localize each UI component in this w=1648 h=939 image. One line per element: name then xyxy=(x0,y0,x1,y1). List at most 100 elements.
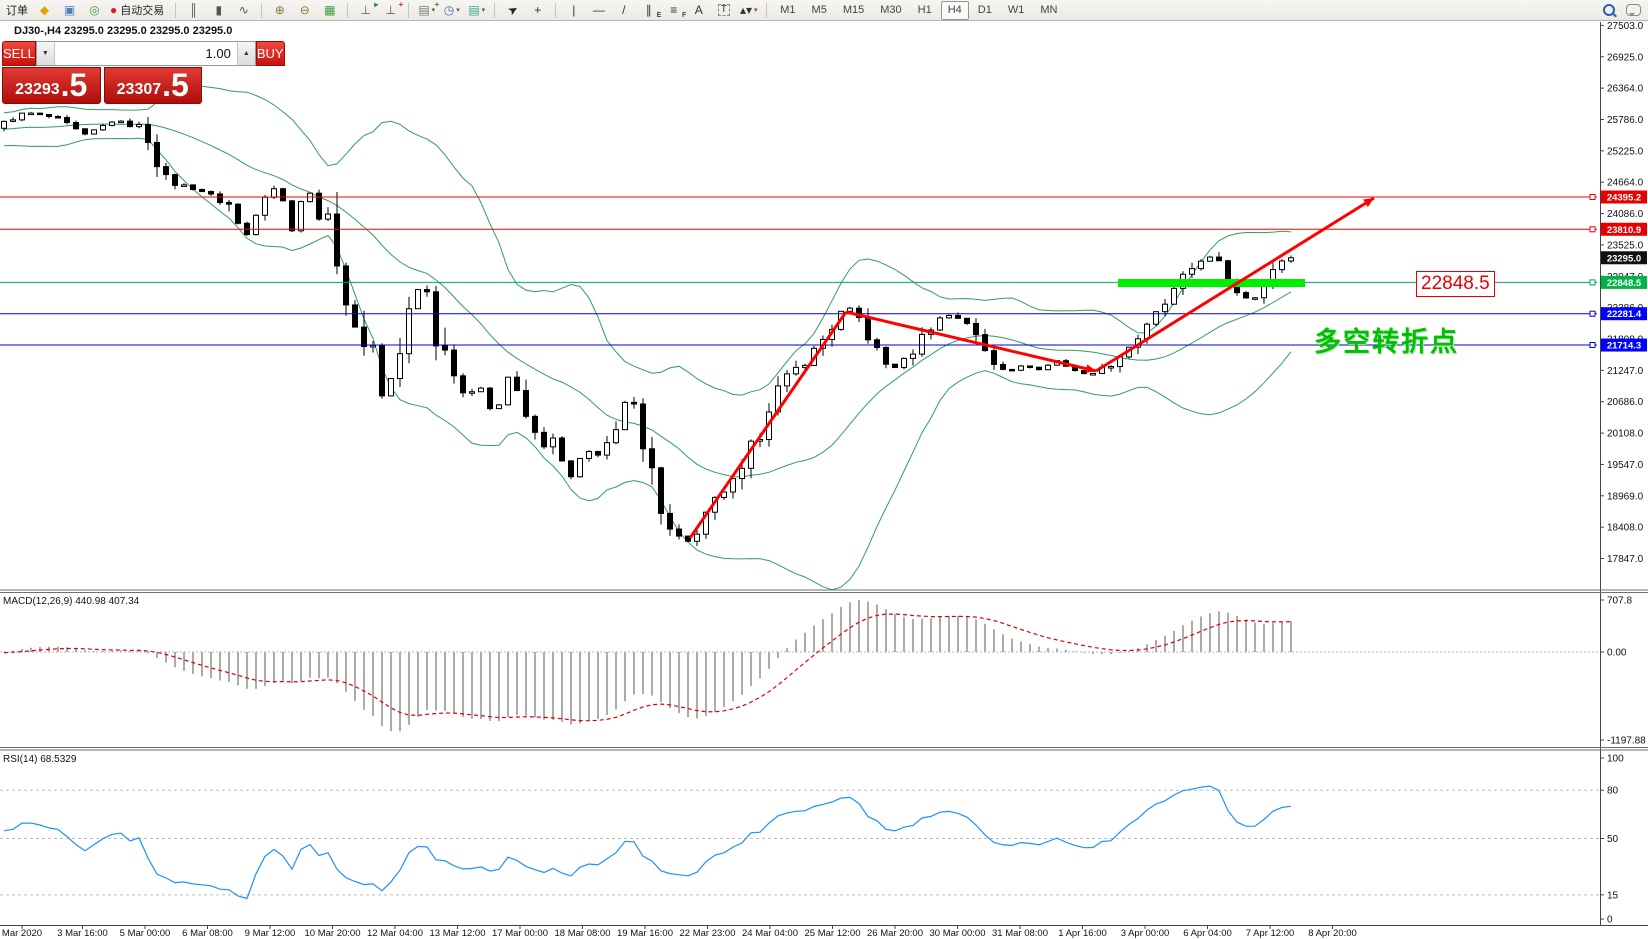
zoom-out-icon[interactable]: ⊖ xyxy=(293,1,316,19)
timeframe-w1[interactable]: W1 xyxy=(1001,1,1032,20)
hline-handle[interactable] xyxy=(1590,195,1595,200)
time-tick-label: Mar 2020 xyxy=(2,928,42,939)
timeframe-m5[interactable]: M5 xyxy=(805,1,834,20)
bollinger-upper-band xyxy=(4,86,1291,395)
hline-handle[interactable] xyxy=(1590,343,1595,348)
add-indicator-icon: ⊥ xyxy=(386,4,396,16)
candle-chart-icon[interactable]: ▮ xyxy=(207,1,230,19)
cursor-icon: ➤ xyxy=(505,2,520,17)
channel-icon[interactable]: ∥E xyxy=(637,1,660,19)
indicators-icon: ⊥ xyxy=(361,4,371,16)
sell-price-pips: .5 xyxy=(61,69,88,101)
volume-decrease-button[interactable]: ▼ xyxy=(37,42,55,65)
dropdown-caret-icon[interactable]: ▾ xyxy=(754,6,758,14)
search-icon xyxy=(1603,4,1615,16)
label-icon[interactable]: T xyxy=(712,1,735,19)
template-icon[interactable]: ▤▾ xyxy=(465,1,488,19)
dropdown-caret-icon[interactable]: ▾ xyxy=(482,6,486,14)
timeframe-h1[interactable]: H1 xyxy=(911,1,939,20)
time-tick-label: 17 Mar 00:00 xyxy=(492,928,548,939)
rsi-axis-label: 100 xyxy=(1607,754,1624,765)
hline-handle[interactable] xyxy=(1590,280,1595,285)
time-tick-label: 25 Mar 12:00 xyxy=(805,928,861,939)
horizontal-line-icon[interactable]: — xyxy=(587,1,610,19)
chart-window-icon[interactable]: ▣ xyxy=(58,1,81,19)
hline-handle[interactable] xyxy=(1590,311,1595,316)
price-tick-label: 17847.0 xyxy=(1607,554,1644,565)
timeframe-h4[interactable]: H4 xyxy=(941,1,969,20)
time-tick-label: 12 Mar 04:00 xyxy=(367,928,423,939)
sell-price-main: 23293 xyxy=(15,78,60,101)
rsi-axis-label: 15 xyxy=(1607,890,1619,901)
candle-chart-icon: ▮ xyxy=(215,4,222,16)
highlight-bar[interactable] xyxy=(1118,279,1305,287)
sell-price-display[interactable]: 23293 .5 xyxy=(2,67,101,104)
add-chart-icon[interactable]: ▤+▾ xyxy=(415,1,438,19)
price-tick-label: 24664.0 xyxy=(1607,178,1644,189)
indicators-icon[interactable]: ⊥▸ xyxy=(354,1,377,19)
volume-spinner: ▼ ▲ xyxy=(36,41,256,66)
time-tick-label: 7 Apr 12:00 xyxy=(1246,928,1295,939)
volume-increase-button[interactable]: ▲ xyxy=(237,42,255,65)
signal-icon[interactable]: ◎ xyxy=(83,1,106,19)
autotrade-icon[interactable]: ●自动交易 xyxy=(108,1,169,19)
fibonacci-icon[interactable]: ≡F xyxy=(662,1,685,19)
crosshair-icon[interactable]: + xyxy=(526,1,549,19)
chat-icon xyxy=(1626,4,1641,16)
toolbar-separator xyxy=(408,3,409,18)
price-callout-label[interactable]: 22848.5 xyxy=(1416,271,1495,297)
zoom-in-icon[interactable]: ⊕ xyxy=(268,1,291,19)
turning-point-note[interactable]: 多空转折点 xyxy=(1314,320,1459,359)
buy-price-display[interactable]: 23307 .5 xyxy=(104,67,203,104)
trend-arrow-segment[interactable] xyxy=(690,312,846,538)
new-order-icon[interactable]: ◆ xyxy=(33,1,56,19)
tile-windows-icon[interactable]: ▦ xyxy=(318,1,341,19)
add-indicator-icon[interactable]: ⊥+ xyxy=(379,1,402,19)
time-tick-label: 31 Mar 08:00 xyxy=(992,928,1048,939)
search-button[interactable] xyxy=(1597,1,1620,19)
dropdown-caret-icon[interactable]: ▾ xyxy=(456,6,460,14)
sell-button[interactable]: SELL xyxy=(2,41,36,66)
timeframe-m15[interactable]: M15 xyxy=(836,1,871,20)
time-tick-label: 6 Apr 04:00 xyxy=(1183,928,1232,939)
time-tick-label: 19 Mar 16:00 xyxy=(617,928,673,939)
price-tick-label: 27503.0 xyxy=(1607,21,1644,32)
cursor-icon[interactable]: ➤ xyxy=(501,1,524,19)
macd-signal-line xyxy=(4,614,1291,721)
chart-title: DJ30-,H4 23295.0 23295.0 23295.0 23295.0 xyxy=(14,25,232,37)
timeframe-mn[interactable]: MN xyxy=(1033,1,1064,20)
price-tag-text: 21714.3 xyxy=(1607,341,1641,352)
period-icon[interactable]: ◷▾ xyxy=(440,1,463,19)
arrows-icon[interactable]: ▴▾▾ xyxy=(737,1,760,19)
toolbar-separator xyxy=(347,3,348,18)
vertical-line-icon: | xyxy=(572,4,575,16)
timeframe-d1[interactable]: D1 xyxy=(971,1,999,20)
timeframe-m1[interactable]: M1 xyxy=(773,1,802,20)
price-tag-text: 22281.4 xyxy=(1607,309,1642,320)
price-tick-label: 19547.0 xyxy=(1607,460,1644,471)
buy-button[interactable]: BUY xyxy=(256,41,285,66)
time-tick-label: 9 Mar 12:00 xyxy=(245,928,296,939)
toolbar-separator xyxy=(261,3,262,18)
trendline-icon[interactable]: / xyxy=(612,1,635,19)
zoom-out-icon: ⊖ xyxy=(300,4,310,16)
orders-label[interactable]: 订单 xyxy=(6,2,28,18)
chat-button[interactable] xyxy=(1622,1,1645,19)
time-tick-label: 5 Mar 00:00 xyxy=(120,928,171,939)
text-icon[interactable]: A xyxy=(687,1,710,19)
template-icon: ▤ xyxy=(468,4,479,16)
autotrade-icon: ● xyxy=(110,4,117,16)
price-tick-label: 26364.0 xyxy=(1607,84,1644,95)
bollinger-middle-band xyxy=(4,124,1291,477)
timeframe-m30[interactable]: M30 xyxy=(873,1,908,20)
macd-label: MACD(12,26,9) 440.98 407.34 xyxy=(3,596,140,607)
add-chart-icon: ▤ xyxy=(418,4,429,16)
macd-histogram xyxy=(4,600,1291,731)
line-chart-icon[interactable]: ∿ xyxy=(232,1,255,19)
hline-handle[interactable] xyxy=(1590,227,1595,232)
volume-input[interactable] xyxy=(55,42,237,65)
vertical-line-icon[interactable]: | xyxy=(562,1,585,19)
price-tick-label: 25786.0 xyxy=(1607,115,1644,126)
trendline-icon: / xyxy=(622,4,625,16)
bar-chart-icon[interactable]: ║ xyxy=(182,1,205,19)
